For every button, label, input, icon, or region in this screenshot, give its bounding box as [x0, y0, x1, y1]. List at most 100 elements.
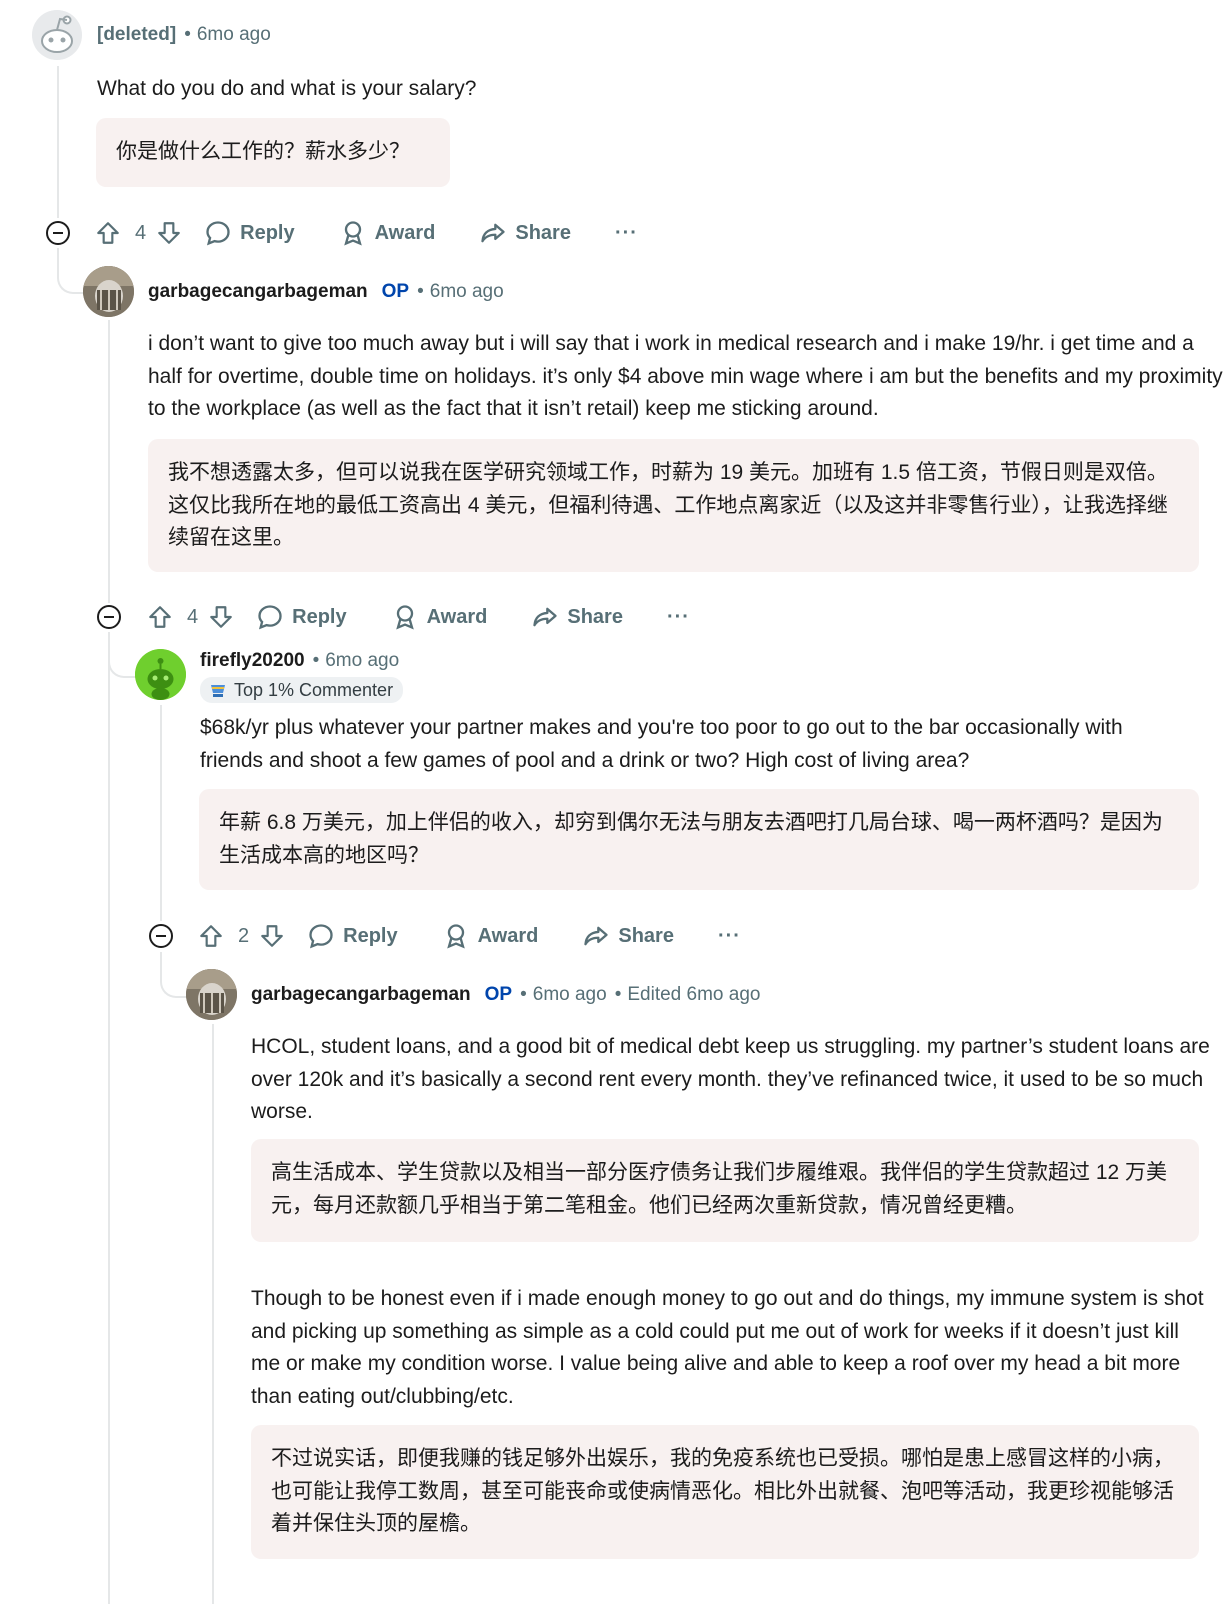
- collapse-thread-button[interactable]: [46, 221, 70, 245]
- avatar[interactable]: [135, 649, 186, 700]
- reply-label: Reply: [343, 924, 398, 947]
- award-button[interactable]: Award: [339, 219, 436, 247]
- avatar[interactable]: [83, 266, 134, 317]
- op-badge: OP: [381, 281, 410, 302]
- user-photo-icon: [186, 969, 237, 1020]
- chat-bubble-icon: [258, 605, 282, 630]
- share-icon: [481, 223, 506, 243]
- award-icon: [343, 221, 362, 246]
- award-icon: [395, 605, 414, 630]
- share-button[interactable]: Share: [531, 603, 623, 631]
- more-options-button[interactable]: ···: [718, 925, 741, 948]
- thread-branch: [160, 952, 188, 998]
- comment-meta: [deleted] • 6mo ago: [97, 24, 271, 46]
- reply-button[interactable]: Reply: [256, 603, 347, 631]
- thread-branch: [108, 632, 136, 678]
- comment-actions: 2 Reply Award Share ···: [198, 916, 741, 956]
- share-icon: [584, 926, 609, 946]
- reply-button[interactable]: Reply: [307, 922, 398, 950]
- arrow-down-icon: [261, 925, 283, 947]
- arrow-down-icon: [210, 606, 232, 628]
- award-label: Award: [426, 605, 488, 628]
- op-badge: OP: [484, 984, 513, 1005]
- comment-body: HCOL, student loans, and a good bit of m…: [251, 1035, 1210, 1123]
- separator-dot: •: [520, 984, 527, 1005]
- thread-line[interactable]: [57, 66, 59, 218]
- comment-body-paragraph: Though to be honest even if i made enoug…: [251, 1287, 1204, 1408]
- timestamp[interactable]: 6mo ago: [325, 650, 399, 672]
- thread-line[interactable]: [160, 705, 162, 921]
- reply-button[interactable]: Reply: [204, 219, 295, 247]
- edited-label: Edited 6mo ago: [627, 984, 761, 1005]
- arrow-down-icon: [158, 222, 180, 244]
- share-label: Share: [567, 605, 623, 628]
- share-button[interactable]: Share: [582, 922, 674, 950]
- separator-dot: •: [417, 281, 424, 302]
- upvote-button[interactable]: [198, 923, 224, 949]
- downvote-button[interactable]: [259, 923, 285, 949]
- separator-dot: •: [614, 984, 622, 1005]
- badge-label: Top 1% Commenter: [234, 679, 394, 700]
- downvote-button[interactable]: [208, 604, 234, 630]
- comment-actions: 4 Reply Award Share ···: [147, 597, 690, 637]
- thread-line[interactable]: [212, 1024, 214, 1604]
- avatar[interactable]: [32, 10, 82, 60]
- award-button[interactable]: Award: [391, 603, 488, 631]
- timestamp[interactable]: 6mo ago: [197, 24, 271, 46]
- comment-body: What do you do and what is your salary?: [97, 77, 477, 100]
- reply-label: Reply: [240, 221, 295, 244]
- snoo-deleted-icon: [32, 10, 82, 60]
- more-options-button[interactable]: ···: [667, 606, 690, 629]
- translation-box: 高生活成本、学生贷款以及相当一部分医疗债务让我们步履维艰。我伴侣的学生贷款超过 …: [251, 1139, 1199, 1242]
- award-label: Award: [477, 924, 539, 947]
- award-icon: [446, 924, 465, 949]
- upvote-button[interactable]: [147, 604, 173, 630]
- arrow-up-icon: [149, 606, 171, 628]
- translation-box: 不过说实话，即便我赚的钱足够外出娱乐，我的免疫系统也已受损。哪怕是患上感冒这样的…: [251, 1425, 1199, 1559]
- reply-label: Reply: [292, 605, 347, 628]
- vote-count: 2: [238, 924, 250, 947]
- user-photo-icon: [83, 266, 134, 317]
- chat-bubble-icon: [206, 221, 230, 246]
- trophy-icon: [211, 685, 225, 697]
- thread-branch: [57, 248, 85, 294]
- translation-box: 年薪 6.8 万美元，加上伴侣的收入，却穷到偶尔无法与朋友去酒吧打几局台球、喝一…: [199, 789, 1199, 890]
- collapse-thread-button[interactable]: [149, 924, 173, 948]
- comment-body: i don’t want to give too much away but i…: [148, 332, 1223, 420]
- thread-line[interactable]: [108, 320, 110, 603]
- translation-box: 你是做什么工作的？薪水多少？: [96, 118, 450, 187]
- downvote-button[interactable]: [156, 220, 182, 246]
- comment-actions: 4 Reply Award Share ···: [95, 213, 638, 253]
- award-label: Award: [374, 221, 436, 244]
- author-name[interactable]: garbagecangarbageman: [148, 281, 368, 303]
- share-label: Share: [618, 924, 674, 947]
- upvote-button[interactable]: [95, 220, 121, 246]
- comment-meta: garbagecangarbageman OP • 6mo ago • Edit…: [251, 984, 760, 1006]
- vote-count: 4: [187, 605, 199, 628]
- timestamp[interactable]: 6mo ago: [533, 984, 607, 1006]
- share-icon: [533, 607, 558, 627]
- arrow-up-icon: [97, 222, 119, 244]
- share-button[interactable]: Share: [479, 219, 571, 247]
- award-button[interactable]: Award: [442, 922, 539, 950]
- author-name[interactable]: [deleted]: [97, 24, 176, 46]
- timestamp[interactable]: 6mo ago: [430, 281, 504, 303]
- more-options-button[interactable]: ···: [615, 222, 638, 245]
- snoo-avatar-icon: [135, 649, 186, 700]
- author-name[interactable]: firefly20200: [200, 650, 305, 672]
- comment-meta: firefly20200 • 6mo ago: [200, 650, 399, 672]
- separator-dot: •: [184, 24, 191, 45]
- share-label: Share: [515, 221, 571, 244]
- arrow-up-icon: [200, 925, 222, 947]
- separator-dot: •: [312, 650, 320, 671]
- translation-box: 我不想透露太多，但可以说我在医学研究领域工作，时薪为 19 美元。加班有 1.5…: [148, 439, 1199, 572]
- top-commenter-badge[interactable]: Top 1% Commenter: [200, 677, 404, 703]
- comment-body: $68k/yr plus whatever your partner makes…: [200, 716, 1123, 772]
- avatar[interactable]: [186, 969, 237, 1020]
- author-name[interactable]: garbagecangarbageman: [251, 984, 471, 1006]
- comment-meta: garbagecangarbageman OP • 6mo ago: [148, 281, 504, 303]
- thread-line[interactable]: [108, 632, 110, 1604]
- chat-bubble-icon: [309, 924, 333, 949]
- collapse-thread-button[interactable]: [97, 605, 121, 629]
- vote-count: 4: [135, 221, 147, 244]
